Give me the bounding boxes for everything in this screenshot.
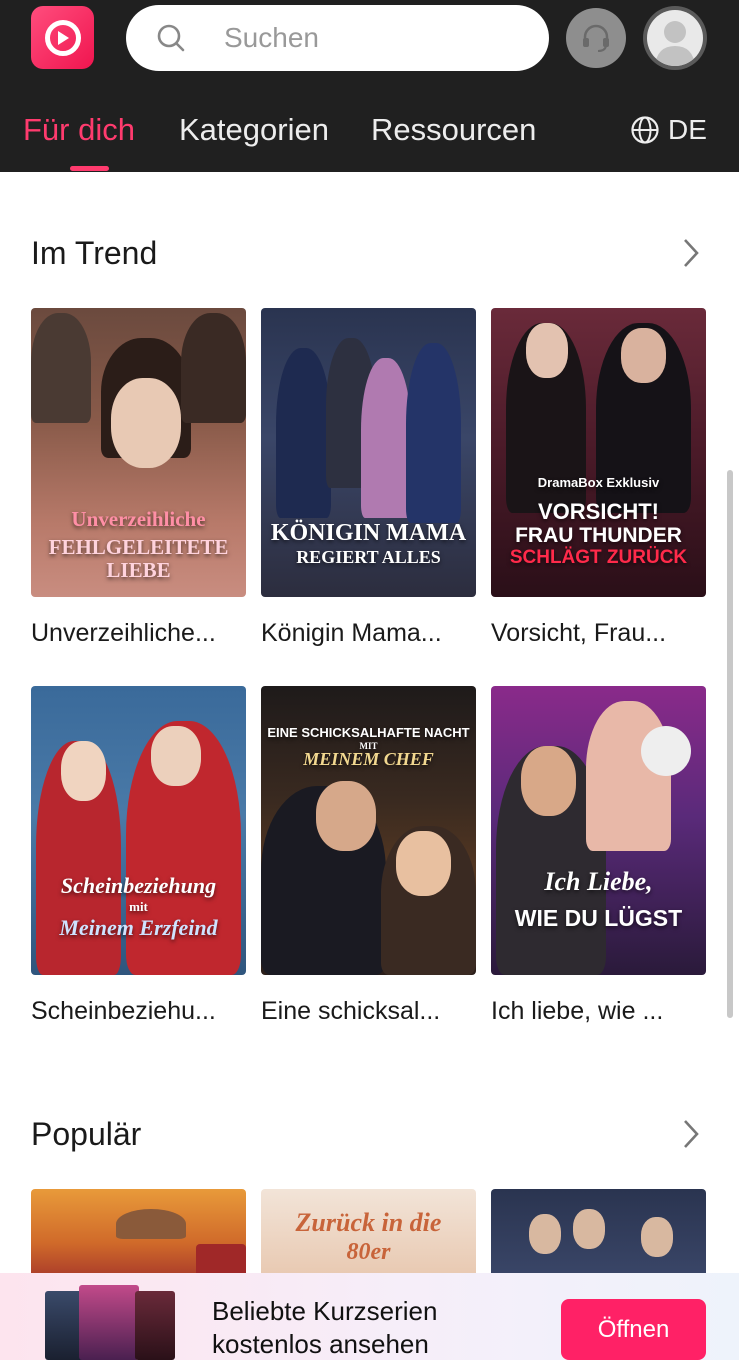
active-tab-indicator — [70, 166, 109, 171]
poster-text: Scheinbeziehung — [60, 873, 217, 898]
tab-ressourcen[interactable]: Ressourcen — [371, 108, 536, 152]
promo-text-line: kostenlos ansehen — [212, 1329, 429, 1359]
drama-card[interactable]: Scheinbeziehung mit Meinem Erzfeind Sche… — [31, 686, 246, 1028]
section-title-popular: Populär — [31, 1116, 142, 1152]
headset-icon — [583, 24, 609, 52]
drama-title[interactable]: Königin Mama... — [261, 616, 476, 650]
search-input[interactable] — [222, 21, 526, 55]
drama-title[interactable]: Unverzeihliche... — [31, 616, 246, 650]
poster-figure — [151, 726, 201, 786]
top-header: Für dich Kategorien Ressourcen DE — [0, 0, 739, 172]
app-logo[interactable] — [31, 6, 94, 69]
popular-more-button[interactable] — [678, 1114, 704, 1154]
poster-text: WIE DU LÜGST — [514, 905, 683, 931]
tab-kategorien[interactable]: Kategorien — [179, 108, 329, 152]
drama-title[interactable]: Vorsicht, Frau... — [491, 616, 706, 650]
poster-text: SCHLÄGT ZURÜCK — [509, 547, 688, 568]
poster-text: Ich Liebe, — [544, 867, 653, 896]
poster-text: Zurück in die — [295, 1208, 442, 1237]
poster-text: 80er — [346, 1239, 391, 1265]
support-button[interactable] — [566, 8, 626, 68]
poster-figure — [529, 1214, 561, 1254]
drama-card[interactable]: Unverzeihliche FEHLGELEITETE LIEBE Unver… — [31, 308, 246, 650]
app-promo-banner: Beliebte Kurzserien kostenlos ansehen Öf… — [0, 1273, 739, 1360]
poster-text: mit — [129, 899, 148, 914]
globe-icon — [631, 116, 659, 144]
poster-figure — [276, 348, 331, 518]
promo-poster — [135, 1291, 175, 1360]
drama-poster[interactable]: Unverzeihliche FEHLGELEITETE LIEBE — [31, 308, 246, 597]
drama-title[interactable]: Ich liebe, wie ... — [491, 994, 706, 1028]
section-title-trending: Im Trend — [31, 235, 158, 271]
poster-text: MEINEM CHEF — [303, 749, 434, 769]
drama-poster[interactable]: KÖNIGIN MAMA REGIERT ALLES — [261, 308, 476, 597]
search-bar[interactable] — [126, 5, 549, 71]
poster-badge: DramaBox Exklusiv — [537, 475, 660, 490]
search-icon — [157, 24, 185, 52]
poster-figure — [61, 741, 106, 801]
drama-poster[interactable] — [491, 1189, 706, 1279]
promo-poster — [79, 1285, 139, 1360]
poster-figure — [396, 831, 451, 896]
drama-card[interactable]: DramaBox Exklusiv VORSICHT! FRAU THUNDER… — [491, 308, 706, 650]
poster-figure — [31, 313, 91, 423]
poster-figure — [111, 378, 181, 468]
poster-figure — [406, 343, 461, 523]
drama-card[interactable]: EINE SCHICKSALHAFTE NACHT MIT MEINEM CHE… — [261, 686, 476, 1028]
drama-poster[interactable]: DramaBox Exklusiv VORSICHT! FRAU THUNDER… — [491, 308, 706, 597]
poster-figure — [316, 781, 376, 851]
promo-posters — [45, 1285, 175, 1360]
promo-text: Beliebte Kurzserien kostenlos ansehen — [212, 1295, 437, 1361]
poster-text: EINE SCHICKSALHAFTE NACHT — [267, 725, 470, 740]
scrollbar[interactable] — [727, 470, 733, 1018]
poster-text: FEHLGELEITETE LIEBE — [48, 535, 229, 583]
drama-poster[interactable]: EINE SCHICKSALHAFTE NACHT MIT MEINEM CHE… — [261, 686, 476, 975]
drama-card[interactable]: KÖNIGIN MAMA REGIERT ALLES Königin Mama.… — [261, 308, 476, 650]
user-silhouette-icon — [647, 10, 703, 66]
poster-text: Unverzeihliche — [71, 507, 206, 531]
poster-text: VORSICHT! — [538, 499, 659, 524]
drama-poster[interactable] — [31, 1189, 246, 1279]
trending-more-button[interactable] — [678, 233, 704, 273]
language-selector[interactable]: DE — [630, 108, 707, 152]
drama-poster[interactable]: Ich Liebe, WIE DU LÜGST — [491, 686, 706, 975]
poster-text: FRAU THUNDER — [515, 524, 682, 547]
drama-card[interactable]: Ich Liebe, WIE DU LÜGST Ich liebe, wie .… — [491, 686, 706, 1028]
poster-figure — [521, 746, 576, 816]
poster-text: REGIERT ALLES — [296, 547, 441, 567]
poster-figure — [361, 358, 411, 518]
chevron-right-icon — [684, 239, 699, 267]
open-app-button[interactable]: Öffnen — [561, 1299, 706, 1360]
poster-figure — [116, 1209, 186, 1239]
drama-title[interactable]: Scheinbeziehu... — [31, 994, 246, 1028]
poster-figure — [181, 313, 246, 423]
play-logo-icon — [44, 19, 81, 56]
poster-text: KÖNIGIN MAMA — [270, 520, 467, 546]
chevron-right-icon — [684, 1120, 699, 1148]
poster-text: Meinem Erzfeind — [59, 915, 218, 940]
tab-fuer-dich[interactable]: Für dich — [23, 108, 135, 152]
poster-figure — [586, 701, 671, 851]
user-avatar[interactable] — [643, 6, 707, 70]
poster-figure — [573, 1209, 605, 1249]
poster-figure — [641, 1217, 673, 1257]
language-label: DE — [668, 114, 707, 145]
drama-poster[interactable]: Zurück in die 80er — [261, 1189, 476, 1279]
poster-figure — [641, 726, 691, 776]
main-nav: Für dich Kategorien Ressourcen — [0, 108, 739, 152]
poster-figure — [621, 328, 666, 383]
poster-figure — [526, 323, 568, 378]
promo-text-line: Beliebte Kurzserien — [212, 1296, 438, 1326]
drama-title[interactable]: Eine schicksal... — [261, 994, 476, 1028]
drama-poster[interactable]: Scheinbeziehung mit Meinem Erzfeind — [31, 686, 246, 975]
